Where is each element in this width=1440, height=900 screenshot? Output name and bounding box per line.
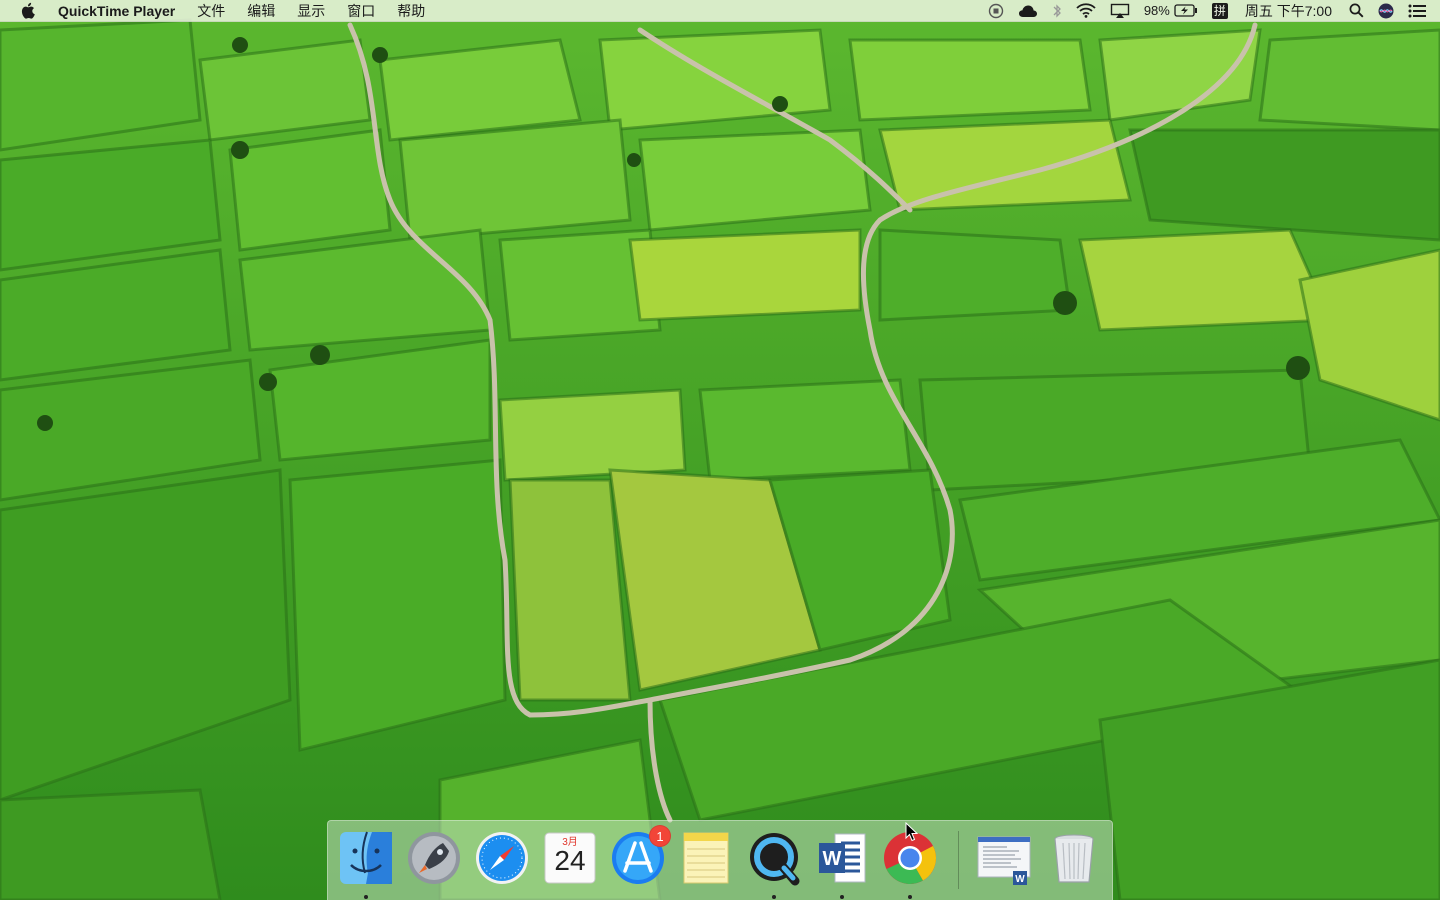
apple-icon[interactable] <box>18 2 36 20</box>
calendar-day: 24 <box>554 845 586 876</box>
dock-separator <box>958 831 959 889</box>
menu-window[interactable]: 窗口 <box>336 0 386 22</box>
menu-help[interactable]: 帮助 <box>386 0 436 22</box>
dock-finder-icon[interactable] <box>337 829 395 887</box>
dock-safari-icon[interactable] <box>473 829 531 887</box>
running-indicator <box>364 895 368 899</box>
menu-bar-status: 98% 拼 周五 下午7:00 <box>981 0 1440 22</box>
mouse-cursor-icon <box>905 821 919 842</box>
dock: 3月 24 1 W W <box>327 820 1113 900</box>
dock-trash-icon[interactable] <box>1045 829 1103 887</box>
running-indicator <box>908 895 912 899</box>
dock-word-icon[interactable]: W <box>813 829 871 887</box>
battery-icon <box>1174 4 1198 17</box>
siri-icon[interactable] <box>1371 0 1401 22</box>
clock[interactable]: 周五 下午7:00 <box>1235 0 1342 22</box>
input-method-icon[interactable]: 拼 <box>1205 0 1235 22</box>
battery-status[interactable]: 98% <box>1137 0 1205 22</box>
battery-percent: 98% <box>1143 3 1170 18</box>
wifi-icon[interactable] <box>1069 0 1103 22</box>
menu-bar: QuickTime Player 文件 编辑 显示 窗口 帮助 98% 拼 周五… <box>0 0 1440 22</box>
bluetooth-icon[interactable] <box>1045 0 1069 22</box>
svg-text:W: W <box>823 848 842 870</box>
app-store-badge: 1 <box>649 825 671 847</box>
menu-bar-left: QuickTime Player 文件 编辑 显示 窗口 帮助 <box>0 0 436 22</box>
cloud-icon[interactable] <box>1011 0 1045 22</box>
desktop-wallpaper <box>0 0 1440 900</box>
dock-notes-icon[interactable] <box>677 829 735 887</box>
menu-app-name[interactable]: QuickTime Player <box>50 0 186 22</box>
record-icon[interactable] <box>981 0 1011 22</box>
spotlight-icon[interactable] <box>1342 0 1371 22</box>
dock-launchpad-icon[interactable] <box>405 829 463 887</box>
running-indicator <box>772 895 776 899</box>
dock-calendar-icon[interactable]: 3月 24 <box>541 829 599 887</box>
running-indicator <box>840 895 844 899</box>
menu-edit[interactable]: 编辑 <box>236 0 286 22</box>
notification-center-icon[interactable] <box>1401 0 1440 22</box>
airplay-icon[interactable] <box>1103 0 1137 22</box>
menu-file[interactable]: 文件 <box>186 0 236 22</box>
input-method-label: 拼 <box>1211 2 1228 19</box>
dock-quicktime-icon[interactable] <box>745 829 803 887</box>
dock-document-icon[interactable]: W <box>975 829 1033 887</box>
menu-view[interactable]: 显示 <box>286 0 336 22</box>
svg-text:W: W <box>1015 874 1025 885</box>
dock-app-store-icon[interactable]: 1 <box>609 825 671 887</box>
